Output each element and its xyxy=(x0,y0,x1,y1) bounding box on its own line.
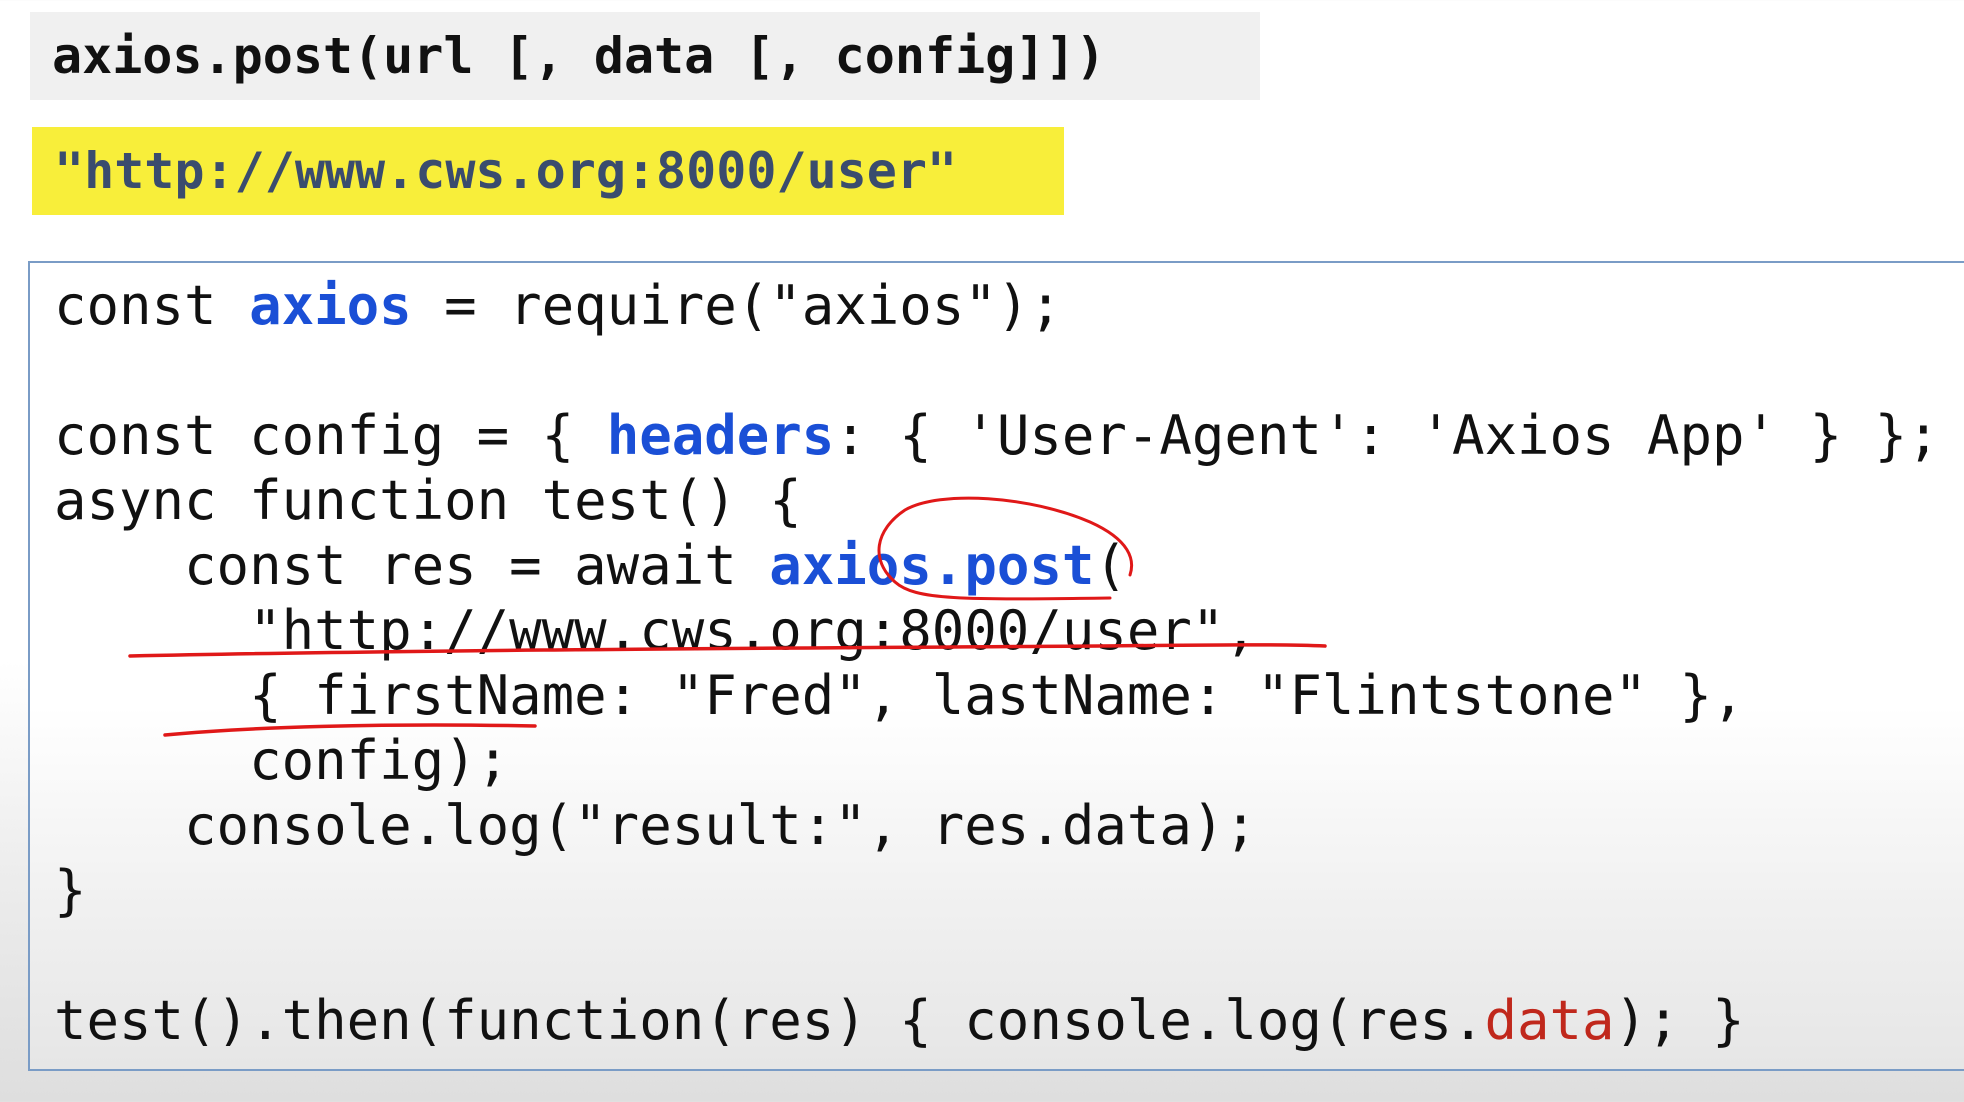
code-line: { firstName: "Fred", lastName: "Flintsto… xyxy=(54,663,1940,728)
highlighted-token: axios.post xyxy=(769,534,1095,597)
code-block: const axios = require("axios"); const co… xyxy=(28,261,1964,1071)
code-line: console.log("result:", res.data); xyxy=(54,793,1940,858)
code-line: const axios = require("axios"); xyxy=(54,273,1940,338)
code-token: } xyxy=(54,859,87,922)
code-token: test().then(function(res) { console.log(… xyxy=(54,989,1485,1052)
code-line: } xyxy=(54,858,1940,923)
code-line: config); xyxy=(54,728,1940,793)
url-banner: "http://www.cws.org:8000/user" xyxy=(32,127,1064,215)
code-token: ); } xyxy=(1614,989,1745,1052)
code-token: async function test() { xyxy=(54,469,802,532)
highlighted-token: headers xyxy=(606,404,835,467)
code-line: const res = await axios.post( xyxy=(54,533,1940,598)
code-token: const xyxy=(54,274,250,337)
code-line: const config = { headers: { 'User-Agent'… xyxy=(54,403,1940,468)
code-token: ( xyxy=(1094,534,1127,597)
highlighted-token: data xyxy=(1484,989,1615,1052)
code-token: const config = { xyxy=(54,404,607,467)
code-text: const axios = require("axios"); const co… xyxy=(54,273,1940,1053)
code-token: : { 'User-Agent': 'Axios App' } }; xyxy=(834,404,1940,467)
code-token: const res = await xyxy=(54,534,770,597)
code-token: console.log("result:", res.data); xyxy=(54,794,1257,857)
method-signature: axios.post(url [, data [, config]]) xyxy=(30,12,1260,100)
highlighted-token: axios xyxy=(249,274,412,337)
code-token: { firstName: "Fred", lastName: "Flintsto… xyxy=(54,664,1745,727)
code-token: config); xyxy=(54,729,510,792)
code-line: async function test() { xyxy=(54,468,1940,533)
code-token: = require("axios"); xyxy=(411,274,1062,337)
code-line: "http://www.cws.org:8000/user", xyxy=(54,598,1940,663)
code-token: "http://www.cws.org:8000/user", xyxy=(54,599,1257,662)
code-line: test().then(function(res) { console.log(… xyxy=(54,988,1940,1053)
